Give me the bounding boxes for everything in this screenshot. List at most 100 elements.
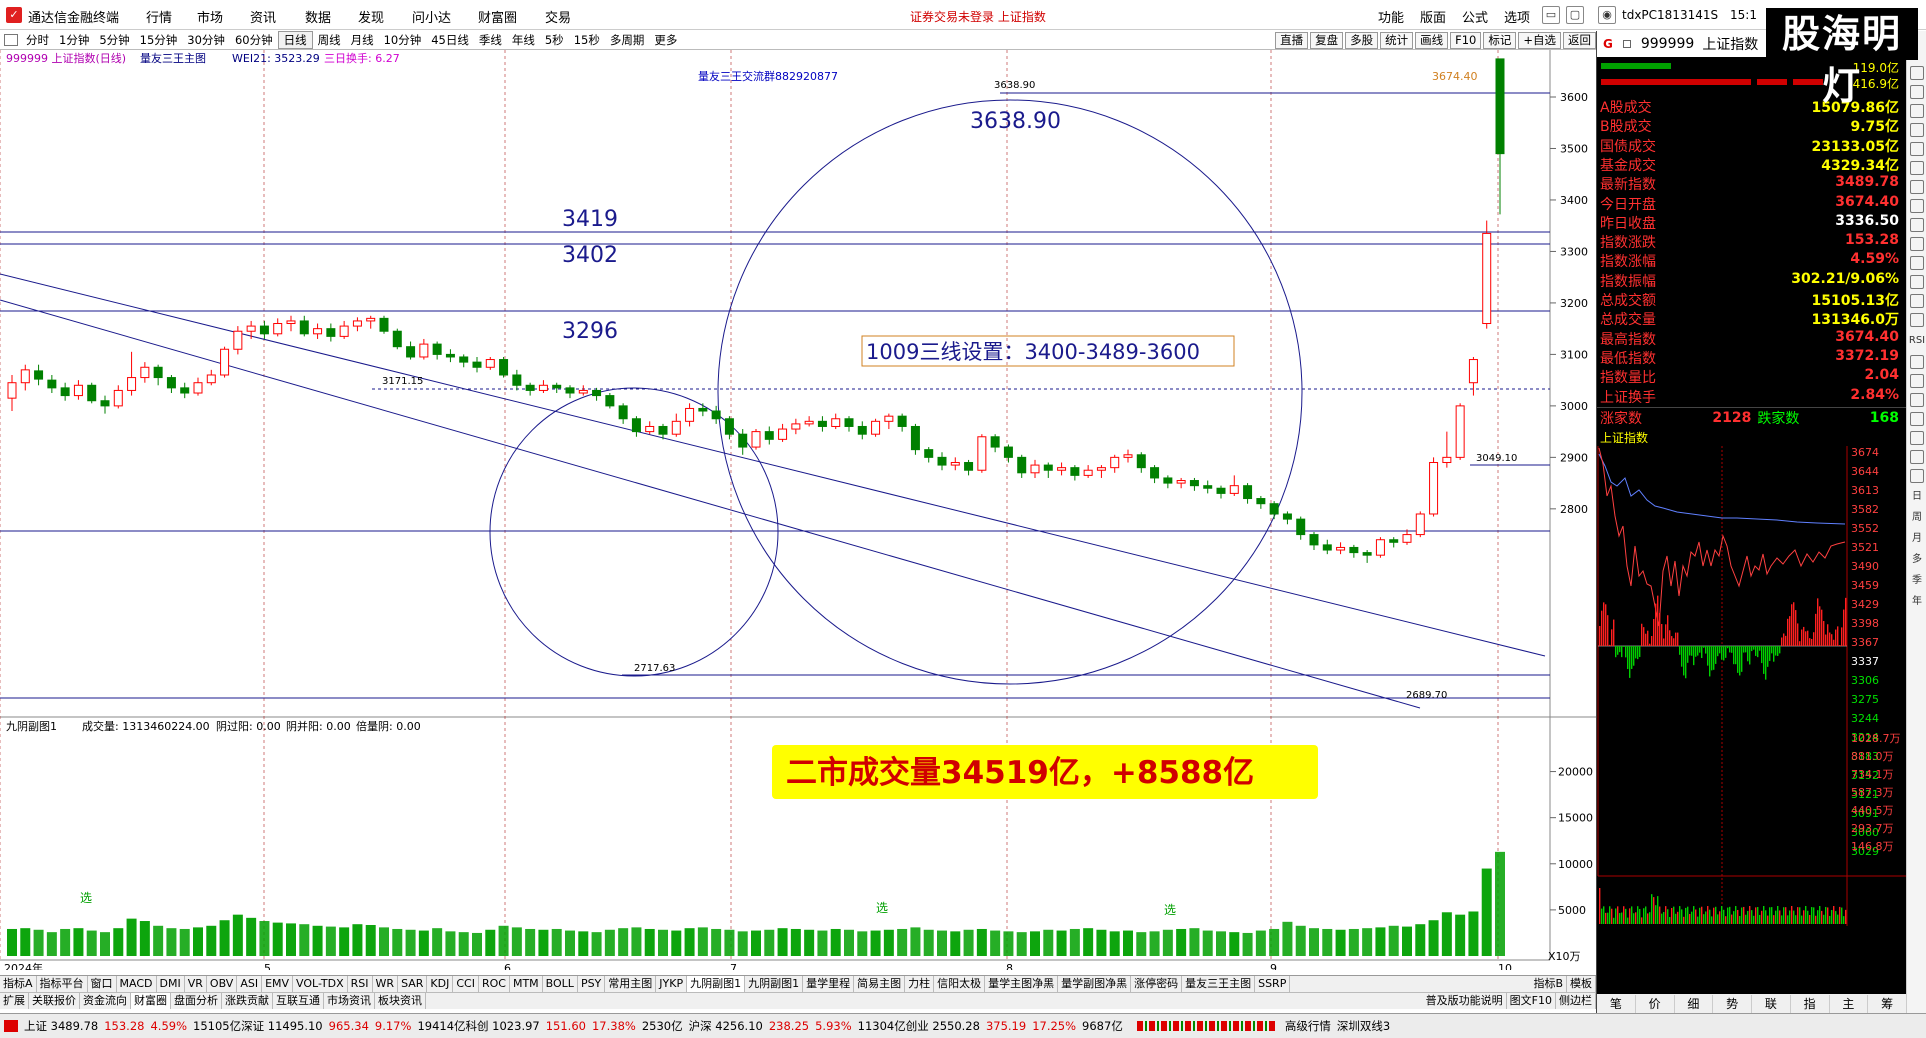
function-tab[interactable]: 关联报价 xyxy=(29,993,80,1009)
kc-index[interactable]: 19414亿科创 1023.97 xyxy=(417,1018,539,1034)
function-tab[interactable]: 资金流向 xyxy=(80,993,131,1009)
period-daily[interactable]: 日线 xyxy=(277,31,313,49)
indicator-tab[interactable]: 量学副图净黑 xyxy=(1058,976,1132,992)
sidebar-icon[interactable] xyxy=(1910,237,1924,251)
mark-button[interactable]: 标记 xyxy=(1483,32,1517,49)
menu-data[interactable]: 数据 xyxy=(305,7,331,26)
menu-wealth[interactable]: 财富圈 xyxy=(478,7,517,26)
indicator-tab[interactable]: KDJ xyxy=(427,976,454,992)
sidebar-year[interactable]: 年 xyxy=(1908,593,1926,611)
sidebar-icon[interactable] xyxy=(1910,180,1924,194)
indicator-tab[interactable]: DMI xyxy=(157,976,185,992)
tab-detail[interactable]: 细 xyxy=(1675,994,1714,1013)
stats-button[interactable]: 统计 xyxy=(1380,32,1414,49)
sidebar-icon[interactable] xyxy=(1910,450,1924,464)
tab-index[interactable]: 指 xyxy=(1791,994,1830,1013)
sidebar-icon[interactable] xyxy=(1910,412,1924,426)
menu-formula[interactable]: 公式 xyxy=(1462,7,1488,26)
menu-options[interactable]: 选项 xyxy=(1504,7,1530,26)
sidebar-day[interactable]: 日 xyxy=(1908,488,1926,506)
indicator-tab[interactable]: CCI xyxy=(453,976,479,992)
period-16[interactable]: 多周期 xyxy=(605,31,650,49)
sidebar-icon[interactable] xyxy=(1910,123,1924,137)
indicator-tab[interactable]: VR xyxy=(185,976,207,992)
indicator-tab[interactable]: OBV xyxy=(207,976,238,992)
tab-related[interactable]: 联 xyxy=(1752,994,1791,1013)
menu-quotes[interactable]: 行情 xyxy=(146,7,172,26)
sidebar-icon[interactable] xyxy=(1910,294,1924,308)
draw-line-button[interactable]: 画线 xyxy=(1415,32,1449,49)
sidebar-week[interactable]: 周 xyxy=(1908,509,1926,527)
period-2[interactable]: 1分钟 xyxy=(54,31,94,49)
sidebar-multi[interactable]: 多 xyxy=(1908,551,1926,569)
menu-function[interactable]: 功能 xyxy=(1378,7,1404,26)
function-tab-active[interactable]: 财富圈 xyxy=(131,993,171,1009)
period-3[interactable]: 5分钟 xyxy=(94,31,134,49)
sidebar-icon[interactable] xyxy=(1910,313,1924,327)
tab-chips[interactable]: 筹 xyxy=(1868,994,1907,1013)
menu-layout[interactable]: 版面 xyxy=(1420,7,1446,26)
indicator-b-tab[interactable]: 指标B xyxy=(1530,976,1567,992)
tab-trades[interactable]: 笔 xyxy=(1597,994,1636,1013)
indicator-tab[interactable]: 量学里程 xyxy=(803,976,855,992)
sidebar-icon[interactable] xyxy=(1910,104,1924,118)
sh-index[interactable]: 上证 3489.78 xyxy=(24,1018,98,1034)
menu-market[interactable]: 市场 xyxy=(197,7,223,26)
period-4[interactable]: 15分钟 xyxy=(135,31,183,49)
indicator-tab[interactable]: SSRP xyxy=(1255,976,1291,992)
menu-trade[interactable]: 交易 xyxy=(545,7,571,26)
indicator-tab[interactable]: 涨停密码 xyxy=(1131,976,1183,992)
sidebar-season[interactable]: 季 xyxy=(1908,572,1926,590)
indicator-tab-active[interactable]: 九阴副图1 xyxy=(687,976,746,992)
indicator-tab[interactable]: 常用主图 xyxy=(605,976,657,992)
indicator-tab[interactable]: 简易主图 xyxy=(854,976,906,992)
function-tab[interactable]: 扩展 xyxy=(0,993,29,1009)
function-tab[interactable]: 互联互通 xyxy=(273,993,324,1009)
tab-main[interactable]: 主 xyxy=(1830,994,1869,1013)
sidebar-icon[interactable] xyxy=(1910,142,1924,156)
period-1[interactable]: 分时 xyxy=(21,31,54,49)
add-watchlist-button[interactable]: +自选 xyxy=(1518,32,1561,49)
period-14[interactable]: 5秒 xyxy=(540,31,569,49)
sidebar-icon[interactable] xyxy=(1910,85,1924,99)
indicator-tab[interactable]: 量学主图净黑 xyxy=(985,976,1059,992)
template-tab[interactable]: 模板 xyxy=(1567,976,1596,992)
menu-ask[interactable]: 问小达 xyxy=(412,7,451,26)
period-11[interactable]: 45日线 xyxy=(426,31,474,49)
indicator-tab[interactable]: 指标平台 xyxy=(37,976,88,992)
period-12[interactable]: 季线 xyxy=(474,31,507,49)
period-more[interactable]: 更多 xyxy=(649,31,682,49)
period-5[interactable]: 30分钟 xyxy=(182,31,230,49)
sidebar-icon[interactable] xyxy=(1910,355,1924,369)
indicator-tab[interactable]: MTM xyxy=(510,976,543,992)
f10-button[interactable]: F10 xyxy=(1450,32,1482,49)
indicator-tab[interactable]: 窗口 xyxy=(88,976,117,992)
sidebar-icon[interactable] xyxy=(1910,374,1924,388)
back-button[interactable]: 返回 xyxy=(1563,32,1596,49)
server-name[interactable]: 深圳双线3 xyxy=(1337,1018,1390,1034)
screen-icon[interactable]: ▢ xyxy=(1566,6,1584,24)
indicator-tab[interactable]: 九阴副图1 xyxy=(745,976,804,992)
indicator-tab[interactable]: WR xyxy=(373,976,399,992)
sidebar-icon[interactable] xyxy=(1910,256,1924,270)
menu-discover[interactable]: 发现 xyxy=(358,7,384,26)
function-tab[interactable]: 涨跌贡献 xyxy=(222,993,273,1009)
period-9[interactable]: 月线 xyxy=(346,31,379,49)
indicator-tab[interactable]: 量友三王主图 xyxy=(1182,976,1256,992)
sidebar-icon[interactable] xyxy=(1910,161,1924,175)
grid-toggle-icon[interactable] xyxy=(4,34,18,46)
indicator-tab[interactable]: ROC xyxy=(479,976,510,992)
tab-price[interactable]: 价 xyxy=(1636,994,1675,1013)
period-13[interactable]: 年线 xyxy=(507,31,540,49)
sidebar-toggle[interactable]: 侧边栏 xyxy=(1556,993,1596,1009)
hs-index[interactable]: 沪深 4256.10 xyxy=(689,1018,763,1034)
menu-news[interactable]: 资讯 xyxy=(250,7,276,26)
sz-index[interactable]: 15105亿深证 11495.10 xyxy=(193,1018,323,1034)
indicator-tab[interactable]: BOLL xyxy=(543,976,578,992)
indicator-tab[interactable]: 信阳太极 xyxy=(934,976,986,992)
period-6[interactable]: 60分钟 xyxy=(230,31,278,49)
sidebar-icon[interactable] xyxy=(1910,218,1924,232)
tab-trend[interactable]: 势 xyxy=(1713,994,1752,1013)
period-15[interactable]: 15秒 xyxy=(569,31,605,49)
sidebar-icon[interactable] xyxy=(1910,431,1924,445)
